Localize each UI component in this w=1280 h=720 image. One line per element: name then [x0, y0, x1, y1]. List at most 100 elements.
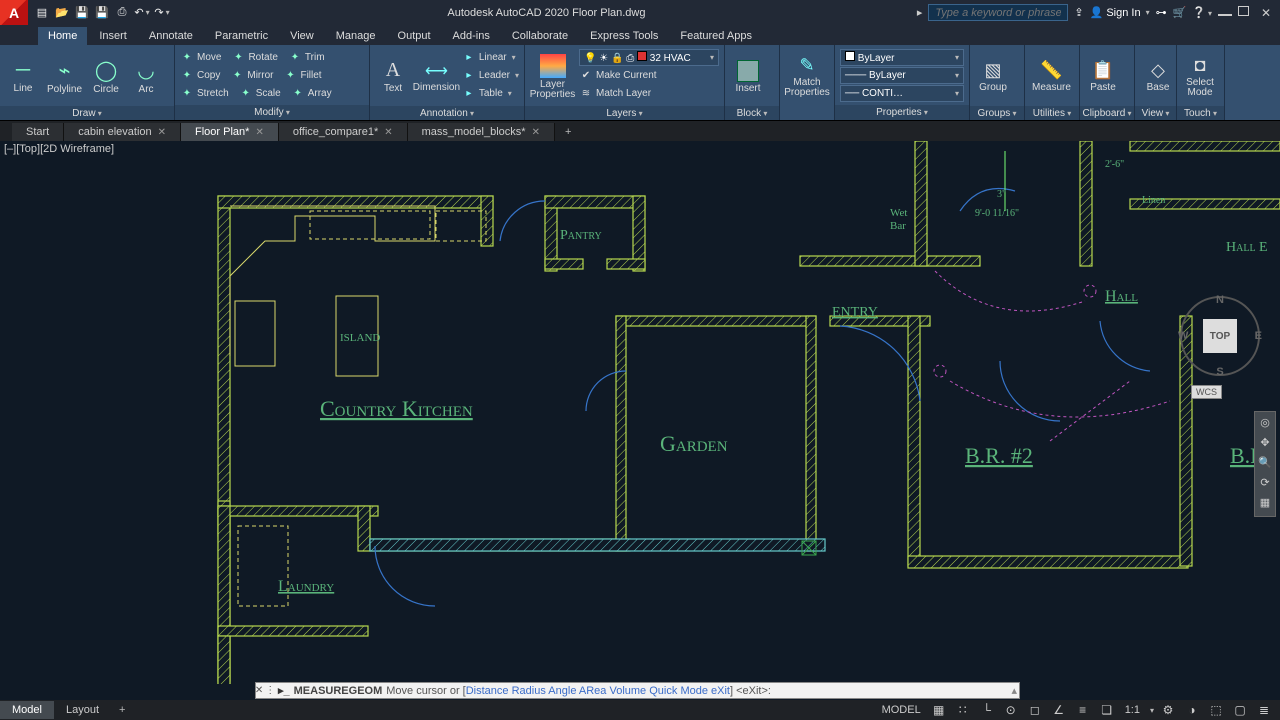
panel-title-block[interactable]: Block [725, 106, 779, 120]
arc-button[interactable]: ◡Arc [128, 48, 164, 103]
ribbon-tab-express-tools[interactable]: Express Tools [580, 27, 668, 45]
layer-select[interactable]: 💡 ☀ 🔒 ⎙ 32 HVAC▾ [579, 49, 719, 66]
panel-title-draw[interactable]: Draw [0, 106, 174, 120]
ribbon-tab-annotate[interactable]: Annotate [139, 27, 203, 45]
file-tab[interactable]: Floor Plan*✕ [181, 123, 279, 141]
file-tab[interactable]: cabin elevation✕ [64, 123, 181, 141]
app-logo[interactable]: A [0, 0, 28, 25]
file-tab[interactable]: Start [12, 123, 64, 141]
rotate-button[interactable]: ✦Rotate [231, 49, 277, 66]
tab-close-icon[interactable]: ✕ [255, 127, 263, 138]
cmd-close-icon[interactable]: ✕ [255, 685, 263, 696]
grid-icon[interactable]: ▦ [929, 703, 949, 717]
panel-title-layers[interactable]: Layers [525, 106, 724, 120]
exchange-icon[interactable]: ⊶ [1156, 6, 1167, 19]
viewcube-w[interactable]: W [1178, 330, 1188, 342]
wcs-label[interactable]: WCS [1191, 385, 1222, 399]
ribbon-tab-view[interactable]: View [280, 27, 324, 45]
scale-value[interactable]: 1:1 [1121, 704, 1144, 716]
file-tab[interactable]: office_compare1*✕ [279, 123, 408, 141]
ribbon-tab-output[interactable]: Output [388, 27, 441, 45]
help-icon[interactable]: ❔▾ [1192, 6, 1212, 19]
nav-pan-icon[interactable]: ✥ [1257, 436, 1273, 452]
viewcube-n[interactable]: N [1216, 294, 1224, 306]
group-button[interactable]: ▧Group [975, 48, 1011, 103]
layout-tab-model[interactable]: Model [0, 701, 54, 719]
minimize-button[interactable] [1218, 6, 1234, 20]
clean-icon[interactable]: ▢ [1230, 703, 1250, 717]
fillet-button[interactable]: ✦Fillet [283, 67, 321, 84]
copy-button[interactable]: ✦Copy [180, 67, 220, 84]
snap-icon[interactable]: ∷ [953, 703, 973, 717]
new-icon[interactable]: ▤ [34, 5, 50, 21]
select-mode-button[interactable]: ◘Select Mode [1182, 48, 1218, 103]
panel-title-annotation[interactable]: Annotation [370, 106, 524, 120]
ribbon-tab-home[interactable]: Home [38, 27, 87, 45]
saveas-icon[interactable]: 💾 [94, 5, 110, 21]
tab-close-icon[interactable]: ✕ [532, 127, 540, 138]
ribbon-tab-collaborate[interactable]: Collaborate [502, 27, 578, 45]
nav-orbit-icon[interactable]: ⟳ [1257, 476, 1273, 492]
move-button[interactable]: ✦Move [180, 49, 221, 66]
insert-button[interactable]: Insert [730, 48, 766, 103]
transparency-icon[interactable]: ❏ [1097, 703, 1117, 717]
match-layer-button[interactable]: ≋Match Layer [579, 85, 719, 102]
nav-show-icon[interactable]: ▦ [1257, 496, 1273, 512]
scale-button[interactable]: ✦Scale [239, 85, 281, 102]
polyline-button[interactable]: ⌁Polyline [45, 48, 84, 103]
linetype-select[interactable]: ── CONTI…▾ [840, 85, 964, 102]
panel-title-groups[interactable]: Groups [970, 106, 1024, 120]
ortho-icon[interactable]: └ [977, 703, 997, 717]
leader-button[interactable]: ▸Leader▾ [462, 67, 519, 84]
maximize-button[interactable] [1238, 6, 1254, 20]
line-button[interactable]: ─Line [5, 48, 41, 103]
help-search-input[interactable] [928, 4, 1068, 21]
panel-title-clipboard[interactable]: Clipboard [1080, 106, 1134, 120]
customize-icon[interactable]: ≣ [1254, 703, 1274, 717]
file-tab[interactable]: mass_model_blocks*✕ [408, 123, 555, 141]
paste-button[interactable]: 📋Paste [1085, 48, 1121, 103]
viewcube[interactable]: TOP N S E W [1180, 296, 1260, 376]
array-button[interactable]: ✦Array [291, 85, 332, 102]
cmd-history-arrow-icon[interactable]: ▴ [1011, 684, 1017, 697]
base-button[interactable]: ◇Base [1140, 48, 1176, 103]
layout-tab-layout[interactable]: Layout [54, 701, 111, 719]
panel-title-utilities[interactable]: Utilities [1025, 106, 1079, 120]
make-current-button[interactable]: ✔Make Current [579, 67, 719, 84]
cart-icon[interactable]: 🛒 [1173, 6, 1187, 19]
tab-close-icon[interactable]: ✕ [158, 127, 166, 138]
file-tab-add-button[interactable]: + [555, 123, 581, 141]
layout-add-button[interactable]: + [111, 701, 133, 719]
open-icon[interactable]: 📂 [54, 5, 70, 21]
linear-button[interactable]: ▸Linear▾ [462, 49, 519, 66]
nav-zoom-icon[interactable]: 🔍 [1257, 456, 1273, 472]
stretch-button[interactable]: ✦Stretch [180, 85, 229, 102]
color-select[interactable]: ByLayer▾ [840, 49, 964, 66]
panel-title-modify[interactable]: Modify [175, 105, 369, 120]
otrack-icon[interactable]: ∠ [1049, 703, 1069, 717]
ribbon-tab-add-ins[interactable]: Add-ins [443, 27, 500, 45]
lineweight-select[interactable]: ─── ByLayer▾ [840, 67, 964, 84]
panel-title-properties[interactable]: Properties [835, 105, 969, 120]
circle-button[interactable]: ◯Circle [88, 48, 124, 103]
drawing-canvas[interactable]: 2'-6" 3" 9'-0 11/16" Pantry ISLAND Count… [0, 141, 1280, 684]
redo-icon[interactable]: ↷▾ [154, 5, 170, 21]
layer-properties-button[interactable]: Layer Properties [530, 48, 575, 103]
status-model[interactable]: MODEL [878, 704, 925, 716]
nav-wheel-icon[interactable]: ◎ [1257, 416, 1273, 432]
ribbon-tab-insert[interactable]: Insert [89, 27, 137, 45]
panel-title-touch[interactable]: Touch [1177, 106, 1224, 120]
lineweight-icon[interactable]: ≡ [1073, 703, 1093, 717]
signin-button[interactable]: 👤 Sign In ▾ [1090, 6, 1150, 19]
gear-icon[interactable]: ⚙ [1158, 703, 1178, 717]
plot-icon[interactable]: ⎙ [114, 5, 130, 21]
close-button[interactable] [1258, 6, 1274, 20]
viewcube-s[interactable]: S [1216, 366, 1223, 378]
match-properties-button[interactable]: ✎Match Properties [785, 48, 829, 103]
command-line[interactable]: ✕⋮ ▸_ MEASUREGEOM Move cursor or [ Dista… [255, 682, 1020, 699]
trim-button[interactable]: ✦Trim [288, 49, 325, 66]
viewcube-e[interactable]: E [1255, 330, 1262, 342]
ribbon-tab-featured-apps[interactable]: Featured Apps [670, 27, 762, 45]
text-button[interactable]: AText [375, 48, 411, 103]
dimension-button[interactable]: ⟷Dimension [415, 48, 458, 103]
